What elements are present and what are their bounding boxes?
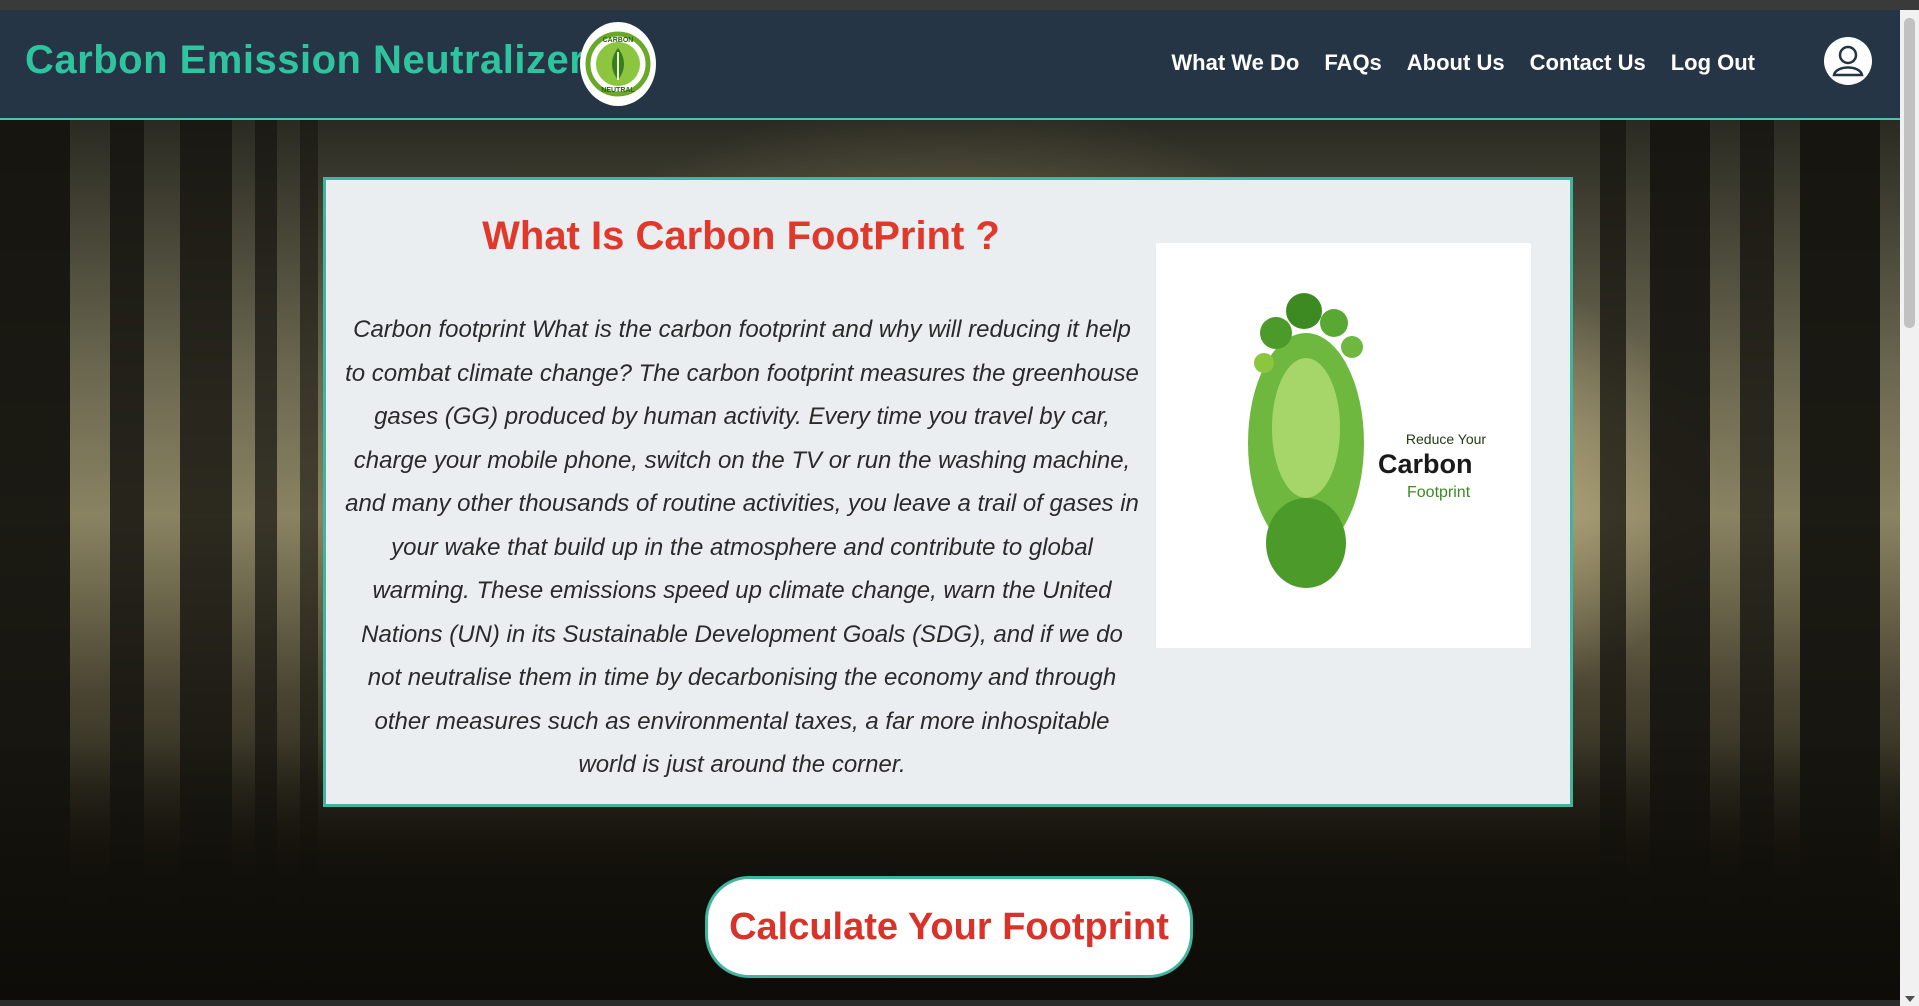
page-scrollbar[interactable] xyxy=(1900,10,1919,1006)
card-body-text: Carbon footprint What is the carbon foot… xyxy=(345,316,1139,778)
logo-text-bottom: NEUTRAL xyxy=(601,87,635,94)
image-text-line1: Reduce Your xyxy=(1406,431,1487,447)
nav-about-us[interactable]: About Us xyxy=(1407,50,1505,76)
footprint-icon: Reduce Your Carbon Footprint xyxy=(1248,293,1487,588)
user-profile-button[interactable] xyxy=(1824,37,1872,85)
leaf-logo-icon[interactable]: CARBON NEUTRAL xyxy=(580,22,656,106)
nav-faqs[interactable]: FAQs xyxy=(1324,50,1381,76)
card-title: What Is Carbon FootPrint ? xyxy=(482,214,1000,258)
nav-contact-us[interactable]: Contact Us xyxy=(1530,50,1646,76)
nav-links: What We Do FAQs About Us Contact Us Log … xyxy=(1171,50,1755,76)
scrollbar-thumb[interactable] xyxy=(1904,18,1915,328)
calculate-footprint-button[interactable]: Calculate Your Footprint xyxy=(705,876,1193,978)
brand-title[interactable]: Carbon Emission Neutralizer xyxy=(25,38,585,83)
scroll-down-arrow-icon[interactable] xyxy=(1905,996,1915,1002)
image-text-line3: Footprint xyxy=(1407,484,1471,501)
nav-what-we-do[interactable]: What We Do xyxy=(1171,50,1299,76)
image-text-line2: Carbon xyxy=(1378,449,1473,479)
footprint-image: Reduce Your Carbon Footprint xyxy=(1156,243,1531,648)
navbar: Carbon Emission Neutralizer CARBON NEUTR… xyxy=(0,10,1900,120)
nav-log-out[interactable]: Log Out xyxy=(1671,50,1755,76)
browser-top-strip xyxy=(0,0,1919,10)
user-icon xyxy=(1832,45,1864,77)
carbon-footprint-card: What Is Carbon FootPrint ? Carbon footpr… xyxy=(323,177,1573,807)
logo-text-top: CARBON xyxy=(603,37,634,44)
